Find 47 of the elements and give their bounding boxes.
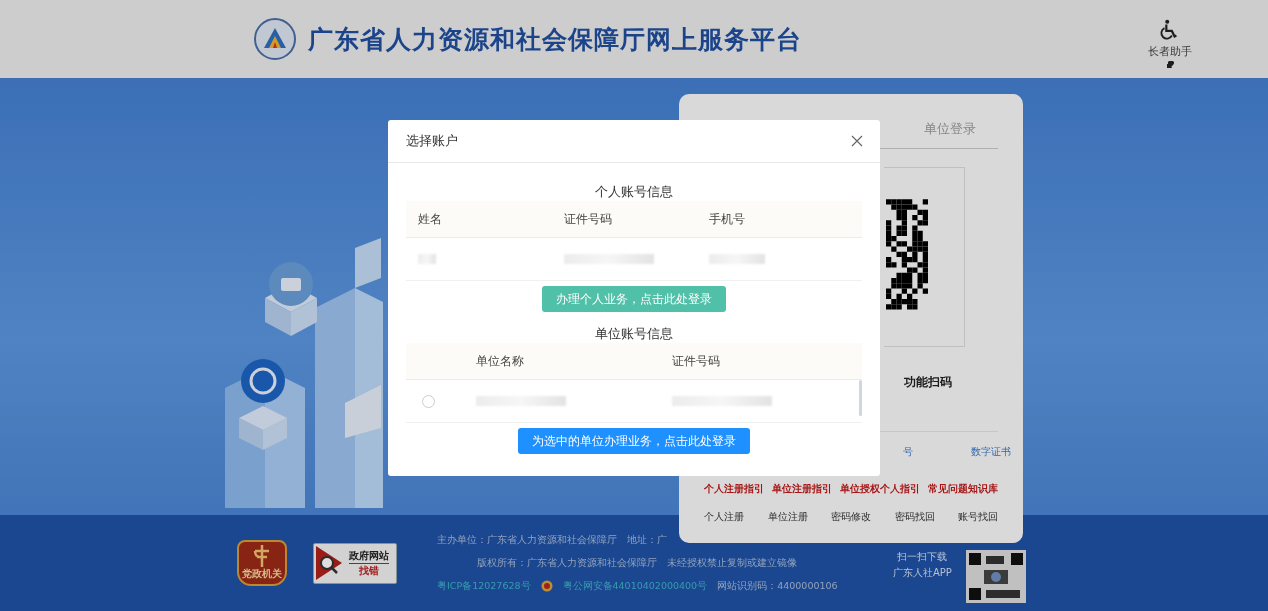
app-download-text: 广东人社APP bbox=[893, 566, 952, 580]
footer-link[interactable]: 粤公网安备44010402000400号 bbox=[562, 579, 708, 593]
login-link[interactable]: 号 bbox=[903, 445, 913, 459]
footer-text: 主办单位：广东省人力资源和社会保障厅 bbox=[437, 533, 617, 547]
guide-link[interactable]: 常见问题知识库 bbox=[928, 483, 998, 496]
scrollbar[interactable] bbox=[859, 380, 862, 416]
redacted-value bbox=[709, 254, 765, 264]
dialog-title: 选择账户 bbox=[406, 132, 458, 150]
company-login-button[interactable]: 为选中的单位办理业务，点击此处登录 bbox=[518, 428, 750, 454]
column-header: 证件号码 bbox=[671, 352, 721, 370]
guide-link[interactable]: 个人注册指引 bbox=[704, 483, 764, 496]
guide-link[interactable]: 单位授权个人指引 bbox=[840, 483, 920, 496]
footer-text: 版权所有：广东省人力资源和社会保障厅 bbox=[477, 556, 658, 570]
login-tab[interactable]: 单位登录 bbox=[884, 120, 976, 148]
footer-link[interactable]: 粤ICP备12027628号 bbox=[437, 579, 531, 593]
account-link[interactable]: 账号找回 bbox=[958, 510, 998, 524]
radio-button[interactable] bbox=[422, 394, 435, 408]
section-title: 单位账号信息 bbox=[594, 325, 674, 343]
scan-hint: 功能扫码 bbox=[904, 374, 953, 391]
account-link[interactable]: 密码修改 bbox=[831, 510, 871, 524]
report-error-badge[interactable]: 政府网站 找错 bbox=[313, 542, 397, 584]
account-link[interactable]: 单位注册 bbox=[767, 510, 808, 524]
report-title: 政府网站 bbox=[349, 548, 389, 564]
column-header: 姓名 bbox=[417, 210, 443, 228]
guide-link[interactable]: 单位注册指引 bbox=[772, 483, 832, 496]
account-link[interactable]: 个人注册 bbox=[704, 510, 744, 524]
column-header: 证件号码 bbox=[563, 210, 613, 228]
magnifier-icon bbox=[316, 546, 342, 580]
logo-icon bbox=[254, 18, 296, 60]
report-action: 找错 bbox=[359, 563, 379, 578]
column-header: 手机号 bbox=[708, 210, 746, 228]
account-link[interactable]: 密码找回 bbox=[894, 510, 935, 524]
police-emblem-icon bbox=[540, 580, 553, 592]
emblem-icon bbox=[252, 545, 272, 567]
footer-text: 未经授权禁止复制或建立镜像 bbox=[667, 556, 798, 570]
assistant-label[interactable]: 长者助手 bbox=[1148, 44, 1192, 59]
party-government-badge[interactable]: 党政机关 bbox=[237, 540, 287, 586]
footer-text: 地址：广 bbox=[627, 533, 667, 547]
app-download-text: 扫一扫下载 bbox=[897, 550, 948, 564]
footer-text: 网站识别码：4400000106 bbox=[717, 579, 838, 593]
app-qr-code bbox=[965, 550, 1026, 603]
badge-label: 党政机关 bbox=[242, 567, 282, 581]
close-button[interactable] bbox=[850, 134, 864, 148]
section-title: 个人账号信息 bbox=[594, 183, 674, 201]
site-title: 广东省人力资源和社会保障厅网上服务平台 bbox=[308, 23, 802, 56]
login-link[interactable]: 数字证书 bbox=[971, 445, 1011, 459]
column-header: 单位名称 bbox=[475, 352, 525, 370]
